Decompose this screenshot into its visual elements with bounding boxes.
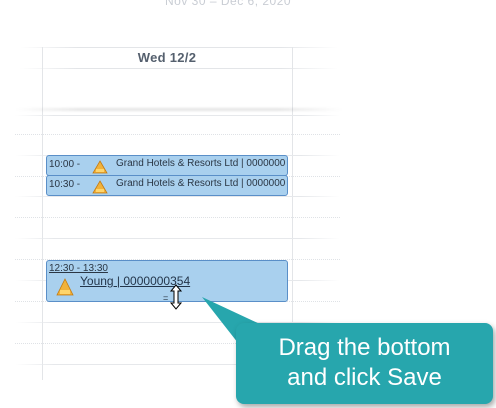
- hour-line: [15, 238, 340, 239]
- date-range-label: Nov 30 – Dec 6, 2020: [165, 0, 292, 8]
- all-day-section-shadow: [15, 108, 343, 111]
- half-hour-line: [15, 217, 340, 218]
- header-divider-bottom: [20, 68, 338, 69]
- header-divider-top: [20, 47, 338, 48]
- event-time: 10:00 -: [49, 159, 81, 170]
- event-title: Grand Hotels & Resorts Ltd | 0000000: [116, 158, 286, 169]
- calendar-event[interactable]: 10:30 - Grand Hotels & Resorts Ltd | 000…: [46, 175, 288, 196]
- instruction-callout: Drag the bottom and click Save: [236, 323, 493, 404]
- vertical-resize-cursor-icon: [169, 284, 183, 310]
- event-time: 12:30 - 13:30: [49, 263, 108, 274]
- event-resize-handle[interactable]: =: [163, 294, 168, 302]
- hour-line: [15, 115, 340, 116]
- event-title: Grand Hotels & Resorts Ltd | 0000000: [116, 178, 286, 189]
- account-pyramid-icon: [56, 278, 74, 296]
- callout-line-2: and click Save: [287, 364, 442, 391]
- calendar-week-view: Nov 30 – Dec 6, 2020 Wed 12/2 10:00 - Gr…: [0, 0, 496, 408]
- calendar-event[interactable]: 10:00 - Grand Hotels & Resorts Ltd | 000…: [46, 155, 288, 176]
- half-hour-line: [15, 134, 340, 135]
- day-column-left-border: [42, 47, 43, 380]
- event-time: 10:30 -: [49, 179, 81, 190]
- hour-line: [15, 196, 340, 197]
- account-pyramid-icon: [92, 180, 108, 194]
- account-pyramid-icon: [92, 160, 108, 174]
- callout-line-1: Drag the bottom: [278, 334, 451, 361]
- day-column-header[interactable]: Wed 12/2: [42, 50, 292, 65]
